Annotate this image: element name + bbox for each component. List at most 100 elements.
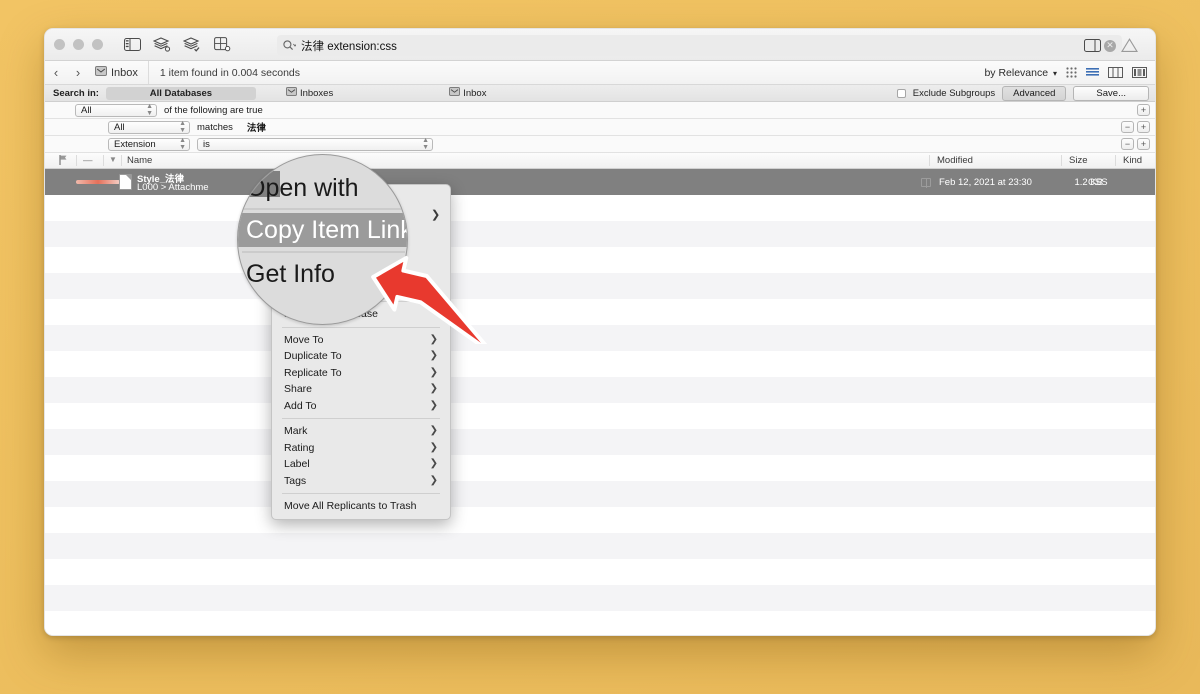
scope-inbox[interactable]: Inbox bbox=[441, 86, 494, 100]
criteria-match-popup[interactable]: All ▲ ▼ bbox=[75, 103, 157, 117]
scope-label: Inbox bbox=[463, 87, 487, 99]
add-criteria-button[interactable]: + bbox=[1137, 104, 1150, 116]
list-item[interactable] bbox=[45, 507, 1155, 533]
criteria-buttons: − + bbox=[1121, 121, 1150, 133]
databases-icon[interactable] bbox=[149, 34, 175, 56]
menu-item-mark[interactable]: Mark ❯ bbox=[272, 423, 450, 440]
forward-button[interactable]: › bbox=[67, 65, 89, 80]
menu-item-duplicate-to[interactable]: Duplicate To ❯ bbox=[272, 348, 450, 365]
sort-menu[interactable]: by Relevance ▾ bbox=[984, 67, 1057, 79]
scope-label: All Databases bbox=[149, 87, 213, 99]
remove-criteria-button[interactable]: − bbox=[1121, 138, 1134, 150]
menu-item-label: Add To bbox=[284, 399, 317, 412]
criteria-field-popup[interactable]: All ▲ ▼ bbox=[108, 120, 190, 134]
column-view-icon[interactable] bbox=[1108, 67, 1123, 78]
column-view-icon bbox=[921, 178, 931, 188]
chevron-right-icon: ❯ bbox=[429, 333, 438, 345]
list-item[interactable] bbox=[45, 325, 1155, 351]
list-item[interactable] bbox=[45, 247, 1155, 273]
column-divider bbox=[121, 155, 122, 166]
magnified-separator bbox=[242, 251, 405, 253]
magnified-menu-item-copy-item-link[interactable]: Copy Item Link bbox=[238, 213, 407, 247]
advanced-button[interactable]: Advanced bbox=[1002, 85, 1067, 101]
chevron-down-icon: ▾ bbox=[1052, 68, 1057, 78]
scope-inboxes[interactable]: Inboxes bbox=[278, 86, 341, 100]
add-criteria-button[interactable]: + bbox=[1137, 138, 1150, 150]
table-row[interactable]: Style_法律 L000 > Attachme Feb 12, 2021 at… bbox=[45, 169, 1155, 195]
remove-criteria-button[interactable]: − bbox=[1121, 121, 1134, 133]
sidebar-toggle-icon[interactable] bbox=[119, 34, 145, 56]
row-kind: CSS bbox=[1088, 177, 1108, 188]
criteria-value[interactable]: 法律 bbox=[247, 120, 266, 134]
menu-item-rating[interactable]: Rating ❯ bbox=[272, 440, 450, 457]
list-view-icon[interactable] bbox=[1086, 67, 1099, 78]
warning-icon[interactable] bbox=[1116, 34, 1142, 56]
exclude-subgroups-checkbox[interactable] bbox=[896, 88, 906, 98]
menu-item-move-to[interactable]: Move To ❯ bbox=[272, 332, 450, 349]
criteria-row-2: Extension ▲ ▼ is ▲ ▼ − + bbox=[45, 136, 1155, 153]
list-item[interactable] bbox=[45, 533, 1155, 559]
list-item[interactable] bbox=[45, 559, 1155, 585]
breadcrumb[interactable]: Inbox bbox=[89, 61, 149, 84]
column-header-size[interactable]: Size bbox=[1069, 155, 1087, 166]
chevron-right-icon: ❯ bbox=[429, 366, 438, 378]
list-item[interactable] bbox=[45, 351, 1155, 377]
row-modified: Feb 12, 2021 at 23:30 bbox=[939, 177, 1032, 188]
dash-icon[interactable]: — bbox=[83, 155, 93, 166]
magnified-menu-item-get-info[interactable]: Get Info bbox=[238, 257, 407, 291]
list-item[interactable] bbox=[45, 611, 1155, 635]
menu-item-label: Label bbox=[284, 458, 310, 470]
column-divider bbox=[929, 155, 930, 166]
column-header-modified[interactable]: Modified bbox=[937, 155, 973, 166]
magnified-separator bbox=[242, 208, 405, 210]
chevron-down-icon[interactable]: ▼ bbox=[109, 155, 117, 164]
magnified-menu-item-partial[interactable]: S bbox=[238, 295, 407, 317]
list-item[interactable] bbox=[45, 221, 1155, 247]
icon-view-icon[interactable] bbox=[1066, 67, 1077, 78]
list-item[interactable] bbox=[45, 299, 1155, 325]
search-input[interactable]: 法律 extension:css ✕ bbox=[277, 35, 1122, 56]
list-item[interactable] bbox=[45, 429, 1155, 455]
navigation-bar: ‹ › Inbox 1 item found in 0.004 seconds … bbox=[45, 61, 1155, 85]
add-criteria-button[interactable]: + bbox=[1137, 121, 1150, 133]
menu-item-replicate-to[interactable]: Replicate To ❯ bbox=[272, 365, 450, 382]
list-item[interactable] bbox=[45, 481, 1155, 507]
scope-all-databases[interactable]: All Databases bbox=[105, 86, 256, 100]
inbox-check-icon[interactable] bbox=[179, 34, 205, 56]
flag-icon[interactable] bbox=[59, 155, 68, 168]
criteria-buttons: + bbox=[1137, 104, 1150, 116]
relevance-bar bbox=[76, 180, 120, 184]
minimize-button[interactable] bbox=[73, 39, 84, 50]
save-button[interactable]: Save... bbox=[1073, 85, 1149, 101]
inspector-toggle-icon[interactable] bbox=[1079, 34, 1105, 56]
menu-item-move-all-replicants-to-trash[interactable]: Move All Replicants to Trash bbox=[272, 498, 450, 515]
results-list: Style_法律 L000 > Attachme Feb 12, 2021 at… bbox=[45, 169, 1155, 635]
chevron-right-icon: ❯ bbox=[429, 425, 438, 436]
list-item[interactable] bbox=[45, 273, 1155, 299]
search-icon bbox=[283, 40, 296, 51]
menu-item-label[interactable]: Label ❯ bbox=[272, 456, 450, 473]
column-header-kind[interactable]: Kind bbox=[1123, 155, 1142, 166]
list-item[interactable] bbox=[45, 455, 1155, 481]
page-settings-icon[interactable] bbox=[209, 34, 235, 56]
close-button[interactable] bbox=[54, 39, 65, 50]
magnified-menu-item-open-with[interactable]: Open with bbox=[238, 171, 407, 205]
back-button[interactable]: ‹ bbox=[45, 65, 67, 80]
inboxes-icon bbox=[285, 86, 297, 100]
zoom-button[interactable] bbox=[92, 39, 103, 50]
list-item[interactable] bbox=[45, 585, 1155, 611]
chevron-right-icon: ❯ bbox=[429, 383, 438, 394]
list-item[interactable] bbox=[45, 403, 1155, 429]
column-header-name[interactable]: Name bbox=[127, 155, 152, 166]
list-item[interactable] bbox=[45, 195, 1155, 221]
criteria-field-popup[interactable]: Extension ▲ ▼ bbox=[108, 137, 190, 151]
criteria-operator-popup[interactable]: is ▲ ▼ bbox=[197, 137, 433, 151]
menu-item-share[interactable]: Share ❯ bbox=[272, 381, 450, 398]
menu-item-tags[interactable]: Tags ❯ bbox=[272, 473, 450, 490]
window-titlebar: 法律 extension:css ✕ bbox=[45, 29, 1155, 61]
criteria-text: of the following are true bbox=[164, 104, 263, 116]
stepper-icon: ▲ ▼ bbox=[146, 103, 153, 117]
menu-item-add-to[interactable]: Add To ❯ bbox=[272, 398, 450, 415]
list-item[interactable] bbox=[45, 377, 1155, 403]
split-view-icon[interactable] bbox=[1132, 67, 1147, 78]
